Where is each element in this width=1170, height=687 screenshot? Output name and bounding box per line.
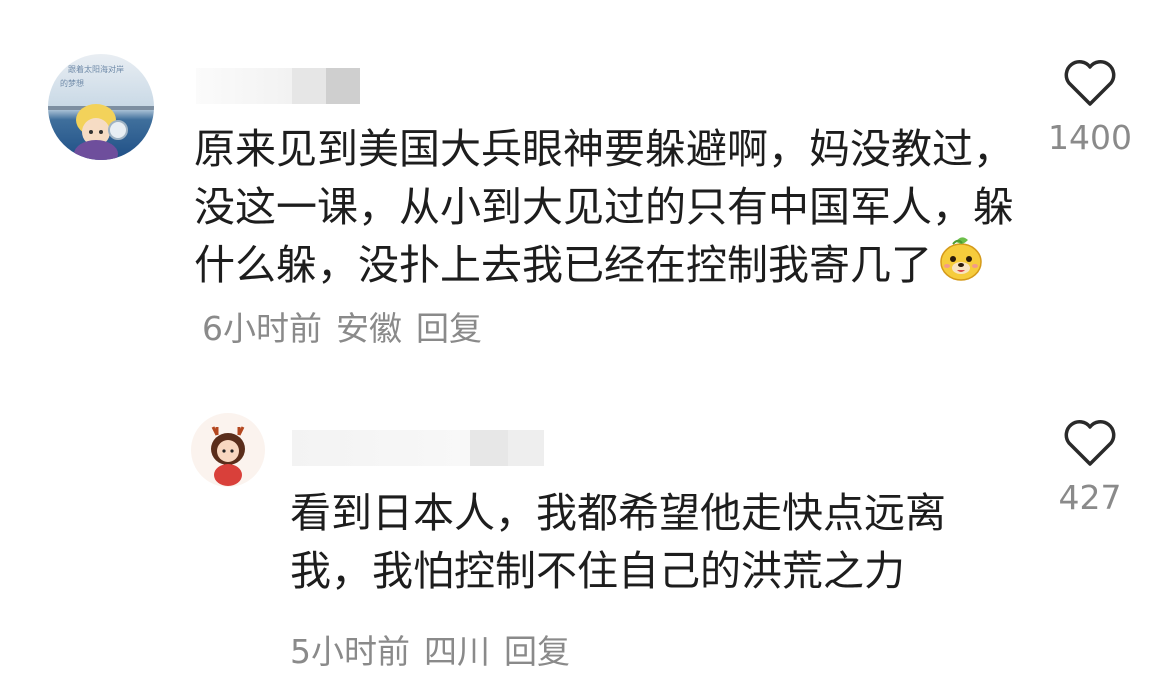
reply-time: 5小时前 (290, 632, 410, 671)
reply-location: 四川 (424, 632, 490, 671)
reply-like-button[interactable]: 427 (1040, 420, 1140, 517)
reply-commenter-name-blurred[interactable] (292, 430, 548, 466)
comment-time: 6小时前 (202, 308, 322, 348)
commenter-name-blurred[interactable] (196, 68, 364, 104)
svg-text:的梦想: 的梦想 (60, 78, 84, 88)
comment-text: 原来见到美国大兵眼神要躲避啊，妈没教过，没这一课，从小到大见过的只有中国军人，躲… (194, 120, 1014, 358)
avatar-text: 跟着太阳海对岸 (68, 64, 124, 74)
like-count: 1400 (1048, 118, 1132, 157)
reply-button[interactable]: 回复 (416, 309, 482, 348)
reply-like-count: 427 (1058, 478, 1122, 517)
comment-body: 原来见到美国大兵眼神要躲避啊，妈没教过，没这一课，从小到大见过的只有中国军人，躲… (194, 125, 1014, 289)
comment-meta: 6小时前 安徽 回复 (202, 309, 496, 348)
like-button[interactable]: 1400 (1040, 60, 1140, 157)
reply-meta: 5小时前 四川 回复 (290, 625, 584, 673)
commenter-avatar[interactable]: 跟着太阳海对岸 的梦想 (48, 54, 154, 160)
comment-location: 安徽 (336, 308, 402, 348)
smiling-mango-emoji-icon (936, 232, 986, 297)
reply-reply-button[interactable]: 回复 (504, 632, 570, 671)
reply-comment-body: 看到日本人，我都希望他走快点远离我，我怕控制不住自己的洪荒之力 (290, 489, 946, 595)
heart-outline-icon[interactable] (1063, 420, 1117, 472)
reply-comment-text: 看到日本人，我都希望他走快点远离我，我怕控制不住自己的洪荒之力 (290, 484, 990, 600)
heart-outline-icon[interactable] (1063, 60, 1117, 112)
reply-commenter-avatar[interactable] (191, 413, 265, 487)
